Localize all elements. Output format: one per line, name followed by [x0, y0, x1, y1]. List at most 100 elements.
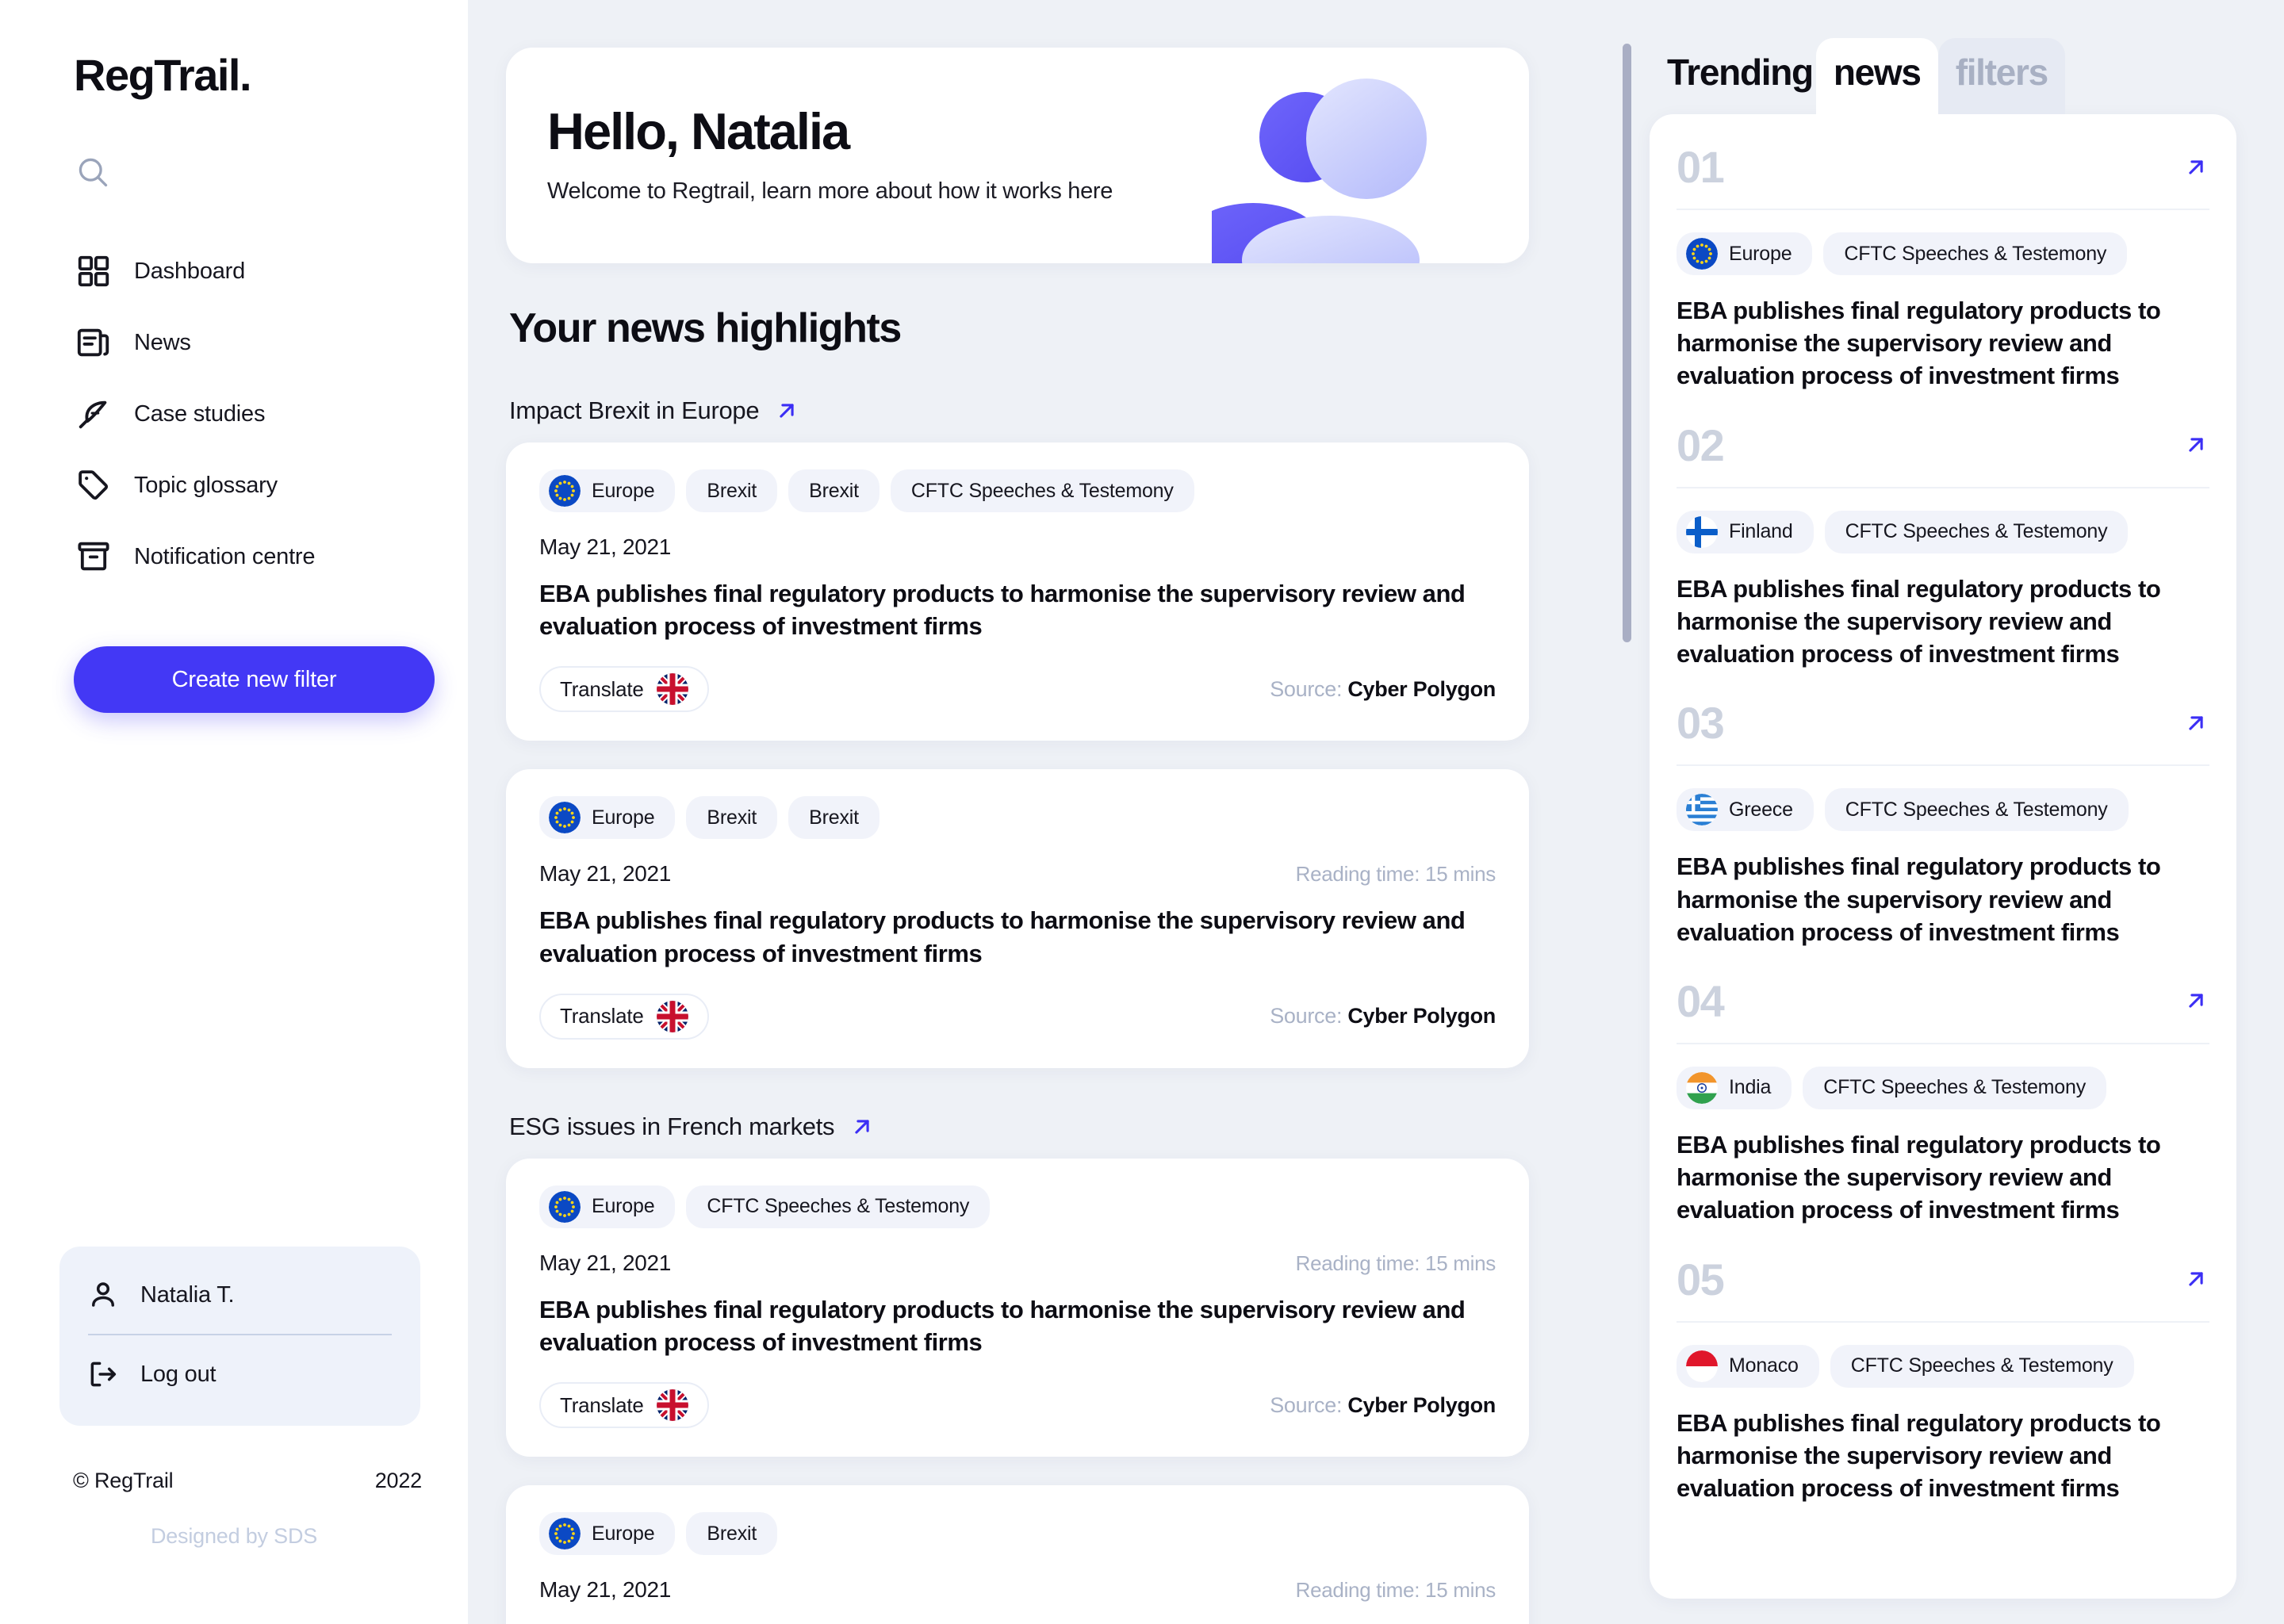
- translate-button[interactable]: Translate: [539, 666, 709, 713]
- news-title: EBA publishes final regulatory products …: [539, 1295, 1466, 1357]
- eu-flag: [549, 1190, 581, 1223]
- main-scrollbar[interactable]: [1619, 0, 1635, 1624]
- trending-item[interactable]: 03 Greece CFTC Speeches & Testemony EBA …: [1677, 670, 2209, 948]
- source-label: Source:: [1270, 1392, 1343, 1417]
- trending-rank: 02: [1677, 419, 1725, 470]
- news-tag-label: Brexit: [707, 806, 757, 829]
- trending-country-tag[interactable]: India: [1677, 1066, 1792, 1109]
- news-group-label: Impact Brexit in Europe: [509, 396, 760, 424]
- news-group-label: ESG issues in French markets: [509, 1112, 835, 1140]
- tab-news[interactable]: news: [1815, 38, 1938, 114]
- trending-open-arrow-icon: [2189, 994, 2203, 1009]
- trending-number-row: 01: [1677, 141, 2209, 210]
- sidebar-item-label: Dashboard: [134, 258, 246, 284]
- trending-item[interactable]: 04 India CFTC Speeches & Testemony EBA p…: [1677, 948, 2209, 1227]
- arrow-up-right-icon: [855, 1120, 869, 1134]
- feather-icon: [79, 400, 107, 429]
- trending-category-tag[interactable]: CFTC Speeches & Testemony: [1803, 1066, 2107, 1109]
- news-tag[interactable]: Europe: [539, 469, 676, 512]
- trending-category-label: CFTC Speeches & Testemony: [1845, 798, 2108, 821]
- trending-title: EBA publishes final regulatory products …: [1677, 574, 2161, 668]
- news-date: May 21, 2021: [539, 861, 672, 887]
- trending-tabs: Trending news filters: [1667, 38, 2236, 114]
- news-tag[interactable]: Brexit: [788, 469, 879, 512]
- trending-number-row: 04: [1677, 975, 2209, 1044]
- logout-icon: [90, 1362, 117, 1387]
- create-new-filter-button[interactable]: Create new filter: [74, 646, 435, 713]
- trending-category-tag[interactable]: CFTC Speeches & Testemony: [1824, 788, 2129, 832]
- trending-open-arrow-icon: [2189, 716, 2203, 730]
- news-group-header[interactable]: Impact Brexit in Europe: [509, 396, 1529, 425]
- news-tag[interactable]: Brexit: [686, 469, 778, 512]
- sidebar: RegTrail. Dashboard News Case studies To…: [0, 0, 468, 1624]
- news-tag-row: Europe Brexit Brexit: [539, 796, 1496, 840]
- search-button[interactable]: [75, 155, 408, 190]
- trending-tag-row: Europe CFTC Speeches & Testemony: [1677, 232, 2209, 275]
- news-tag-label: Brexit: [707, 479, 757, 502]
- hero-subtitle: Welcome to Regtrail, learn more about ho…: [547, 178, 1113, 204]
- sidebar-nav: Dashboard News Case studies Topic glossa…: [59, 236, 408, 592]
- news-meta-row: May 21, 2021 Reading time: 15 mins: [539, 1577, 1496, 1603]
- news-date: May 21, 2021: [539, 1250, 672, 1275]
- copyright-year: 2022: [374, 1469, 422, 1492]
- person-icon: [92, 1282, 114, 1307]
- trending-country-tag[interactable]: Finland: [1677, 510, 1814, 553]
- user-card: Natalia T. Log out: [59, 1247, 420, 1426]
- news-tag-label: Brexit: [809, 806, 859, 829]
- news-tag[interactable]: CFTC Speeches & Testemony: [890, 469, 1194, 512]
- news-tag[interactable]: Brexit: [788, 796, 879, 840]
- eu-flag: [549, 1518, 581, 1550]
- trending-country-tag[interactable]: Europe: [1677, 232, 1813, 275]
- news-tag[interactable]: Europe: [539, 796, 676, 840]
- news-tag[interactable]: Europe: [539, 1185, 676, 1228]
- news-group-header[interactable]: ESG issues in French markets: [509, 1113, 1529, 1141]
- trending-country-label: Finland: [1729, 520, 1793, 543]
- trending-category-tag[interactable]: CFTC Speeches & Testemony: [1823, 232, 2128, 275]
- trending-tag-row: Monaco CFTC Speeches & Testemony: [1677, 1344, 2209, 1388]
- user-profile-row[interactable]: Natalia T.: [86, 1270, 393, 1320]
- news-meta-row: May 21, 2021 Reading time: 15 mins: [539, 861, 1496, 887]
- sidebar-item-news[interactable]: News: [59, 307, 408, 378]
- news-tag[interactable]: Brexit: [686, 1512, 778, 1556]
- trending-tag-row: Finland CFTC Speeches & Testemony: [1677, 510, 2209, 553]
- sidebar-item-case-studies[interactable]: Case studies: [59, 378, 408, 450]
- news-card[interactable]: Europe CFTC Speeches & Testemony May 21, …: [506, 1158, 1529, 1457]
- translate-button[interactable]: Translate: [539, 993, 709, 1040]
- trending-item[interactable]: 01 Europe CFTC Speeches & Testemony EBA …: [1677, 114, 2209, 393]
- trending-category-tag[interactable]: CFTC Speeches & Testemony: [1830, 1344, 2134, 1388]
- trending-item[interactable]: 05 Monaco CFTC Speeches & Testemony EBA …: [1677, 1227, 2209, 1505]
- source-name: Cyber Polygon: [1347, 1392, 1496, 1417]
- trending-country-tag[interactable]: Monaco: [1677, 1344, 1819, 1388]
- news-tag[interactable]: Brexit: [686, 796, 778, 840]
- trending-country-tag[interactable]: Greece: [1677, 788, 1814, 832]
- arrow-up-right-icon: [780, 404, 794, 418]
- trending-tag-row: Greece CFTC Speeches & Testemony: [1677, 788, 2209, 832]
- trending-category-tag[interactable]: CFTC Speeches & Testemony: [1824, 510, 2129, 553]
- translate-label: Translate: [560, 1392, 644, 1417]
- tab-filters[interactable]: filters: [1937, 38, 2065, 114]
- sidebar-item-topic-glossary[interactable]: Topic glossary: [59, 450, 408, 521]
- source-label: Source:: [1270, 1004, 1343, 1028]
- sidebar-item-label: Topic glossary: [134, 472, 278, 498]
- trending-open-arrow-icon: [2189, 159, 2203, 174]
- copyright-text: © RegTrail: [73, 1469, 174, 1492]
- sidebar-item-notification-centre[interactable]: Notification centre: [59, 521, 408, 592]
- scrollbar-thumb[interactable]: [1623, 44, 1631, 642]
- eu-flag: [1686, 238, 1718, 270]
- news-card[interactable]: Europe Brexit Brexit CFTC Speeches & Testem…: [506, 442, 1529, 741]
- logout-row[interactable]: Log out: [86, 1350, 393, 1399]
- translate-button[interactable]: Translate: [539, 1382, 709, 1429]
- trending-category-label: CFTC Speeches & Testemony: [1823, 1076, 2087, 1099]
- news-meta-row: May 21, 2021: [539, 534, 1496, 560]
- news-source: Source: Cyber Polygon: [1270, 1393, 1496, 1418]
- divider: [88, 1334, 392, 1335]
- uk-flag: [656, 1000, 688, 1032]
- app-root: RegTrail. Dashboard News Case studies To…: [0, 0, 2284, 1624]
- news-card[interactable]: Europe Brexit Brexit May 21, 2021 Reading …: [506, 769, 1529, 1068]
- sidebar-item-dashboard[interactable]: Dashboard: [59, 236, 408, 307]
- news-tag[interactable]: CFTC Speeches & Testemony: [686, 1185, 991, 1228]
- news-tag[interactable]: Europe: [539, 1512, 676, 1556]
- trending-item[interactable]: 02 Finland CFTC Speeches & Testemony EBA…: [1677, 393, 2209, 671]
- news-card[interactable]: Europe Brexit May 21, 2021 Reading time: …: [506, 1485, 1529, 1624]
- search-icon: [79, 158, 108, 187]
